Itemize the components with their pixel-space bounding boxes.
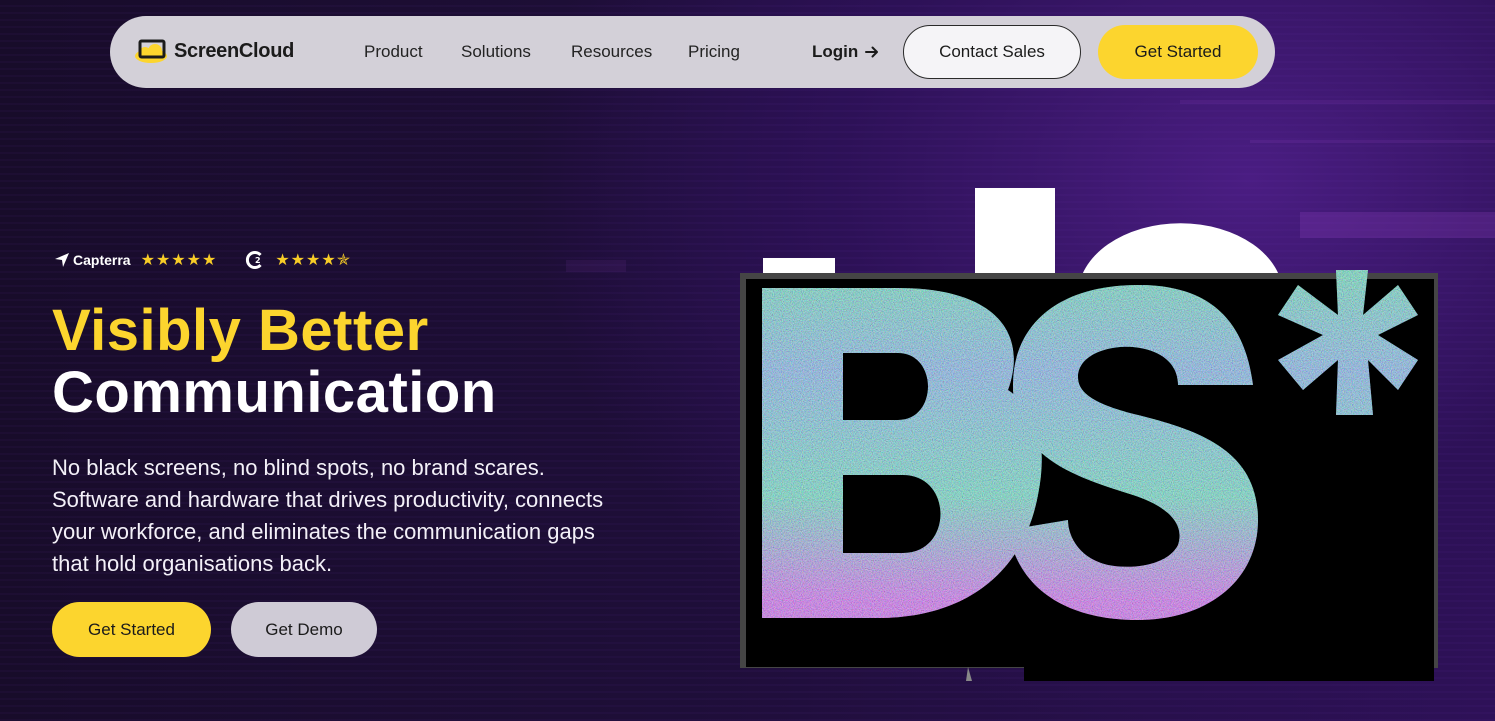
- capterra-stars: ★★★★★: [140, 252, 218, 269]
- hero-get-started-label: Get Started: [88, 619, 175, 639]
- nav-resources[interactable]: Resources: [571, 42, 652, 62]
- glitch-streak: [1250, 140, 1495, 143]
- g2-stars: ★★★★✯: [275, 252, 352, 269]
- hero-title: Visibly Better Communication: [52, 300, 497, 424]
- nav-get-started-button[interactable]: Get Started: [1098, 25, 1258, 79]
- tv-stand: [966, 667, 972, 681]
- capterra-label: Capterra: [73, 252, 131, 268]
- screencloud-logo[interactable]: ScreenCloud: [134, 38, 294, 64]
- nav-solutions[interactable]: Solutions: [461, 42, 531, 62]
- nav-get-started-label: Get Started: [1134, 42, 1222, 61]
- contact-sales-button[interactable]: Contact Sales: [903, 25, 1081, 79]
- get-demo-label: Get Demo: [265, 619, 343, 639]
- arrow-right-icon: [865, 46, 879, 58]
- hero-subtitle: No black screens, no blind spots, no bra…: [52, 455, 604, 576]
- ratings-row: Capterra ★★★★★ 2 ★★★★✯: [54, 250, 351, 270]
- get-demo-button[interactable]: Get Demo: [231, 602, 377, 657]
- capterra-arrow-icon: [55, 253, 69, 267]
- logo-text: ScreenCloud: [174, 39, 295, 62]
- glitch-streak: [1180, 100, 1495, 104]
- login-link[interactable]: Login: [812, 42, 879, 62]
- hero-title-line2: Communication: [52, 360, 497, 425]
- hero-title-line1: Visibly Better: [52, 298, 429, 363]
- top-navbar: ScreenCloud Product Solutions Resources …: [110, 16, 1275, 88]
- g2-logo-icon: 2: [246, 251, 262, 269]
- login-label: Login: [812, 42, 859, 61]
- capterra-badge: Capterra: [54, 252, 131, 268]
- nav-pricing[interactable]: Pricing: [688, 42, 740, 62]
- tv-glitch-visual: [740, 188, 1438, 681]
- contact-sales-label: Contact Sales: [939, 42, 1045, 61]
- nav-product[interactable]: Product: [364, 42, 423, 62]
- hero-get-started-button[interactable]: Get Started: [52, 602, 211, 657]
- glitch-streak: [566, 260, 626, 272]
- svg-text:2: 2: [255, 256, 261, 265]
- screencloud-logo-icon: [135, 39, 167, 63]
